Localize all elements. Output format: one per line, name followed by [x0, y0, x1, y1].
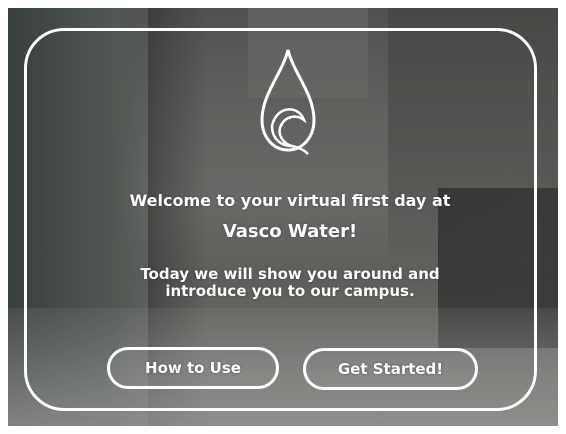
get-started-label: Get Started! [337, 360, 444, 378]
get-started-button[interactable]: Get Started! [303, 348, 478, 390]
company-name: Vasco Water! [222, 221, 358, 242]
intro-text: Today we will show you around and introd… [140, 265, 440, 301]
water-drop-icon [260, 49, 316, 155]
how-to-use-label: How to Use [145, 359, 241, 377]
welcome-line: Welcome to your virtual first day at [129, 191, 451, 210]
how-to-use-button[interactable]: How to Use [107, 347, 279, 389]
